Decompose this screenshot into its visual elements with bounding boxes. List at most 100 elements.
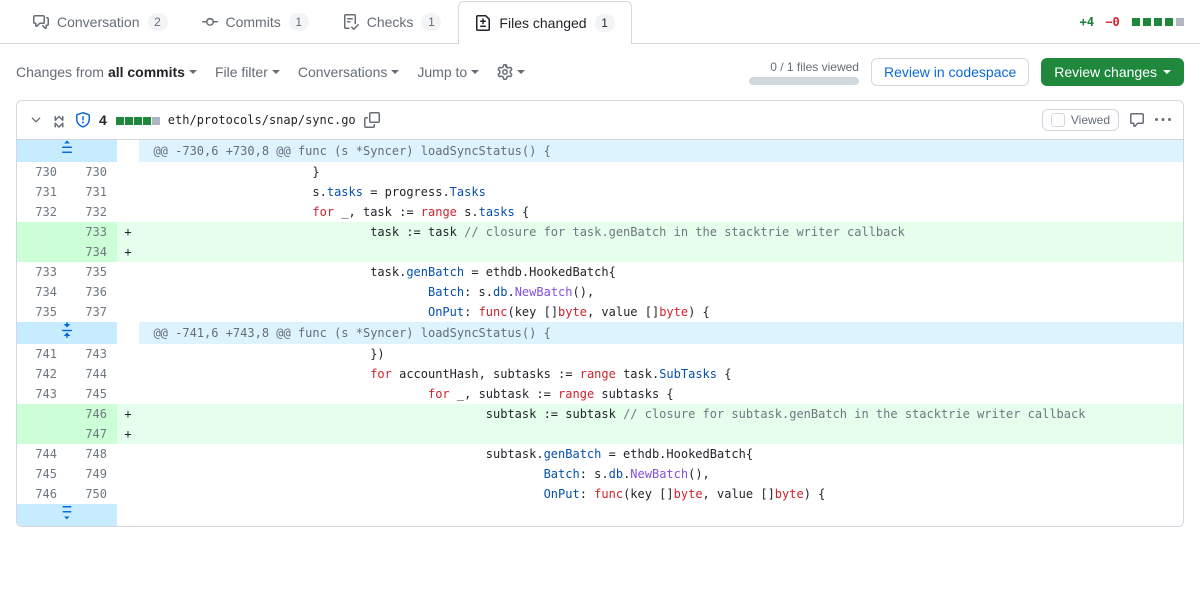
toolbar-right: 0 / 1 files viewed Review in codespace R… — [749, 58, 1184, 86]
chevron-down-icon[interactable] — [29, 113, 43, 127]
diff-line[interactable]: 735737 OnPut: func(key []byte, value []b… — [17, 302, 1183, 322]
progress-label: 0 / 1 files viewed — [770, 60, 859, 74]
diff-block — [1143, 18, 1151, 26]
line-num-new: 735 — [67, 262, 117, 282]
line-num-old: 732 — [17, 202, 67, 222]
line-num-new: 737 — [67, 302, 117, 322]
tab-label: Files changed — [499, 15, 586, 31]
diff-line[interactable]: 734736 Batch: s.db.NewBatch(), — [17, 282, 1183, 302]
line-marker — [117, 282, 139, 302]
label: File filter — [215, 64, 268, 80]
diff-block — [1154, 18, 1162, 26]
diff-line[interactable]: 742744 for accountHash, subtasks := rang… — [17, 364, 1183, 384]
code-content: for accountHash, subtasks := range task.… — [139, 364, 1183, 384]
diff-line[interactable]: 746750 OnPut: func(key []byte, value []b… — [17, 484, 1183, 504]
line-marker — [117, 484, 139, 504]
file-diff: 4 eth/protocols/snap/sync.go Viewed @@ -… — [16, 100, 1184, 527]
tab-label: Checks — [367, 14, 414, 30]
caret-down-icon — [517, 70, 525, 78]
line-num-old: 742 — [17, 364, 67, 384]
diff-line[interactable]: 734+ — [17, 242, 1183, 262]
review-in-codespace-button[interactable]: Review in codespace — [871, 58, 1029, 86]
tab-files-changed[interactable]: Files changed 1 — [458, 1, 631, 44]
progress-bar — [749, 77, 859, 85]
line-num-new: 734 — [67, 242, 117, 262]
line-num-old — [17, 424, 67, 444]
tab-conversation[interactable]: Conversation 2 — [16, 0, 185, 43]
file-header: 4 eth/protocols/snap/sync.go Viewed — [17, 101, 1183, 140]
line-num-old — [17, 404, 67, 424]
git-commit-icon — [202, 14, 218, 30]
tab-checks[interactable]: Checks 1 — [326, 0, 459, 43]
diff-line[interactable]: 747+ — [17, 424, 1183, 444]
diff-line[interactable]: 730730 } — [17, 162, 1183, 182]
expand-icon[interactable] — [17, 140, 117, 162]
conversations-dropdown[interactable]: Conversations — [298, 64, 400, 80]
code-content: for _, subtask := range subtasks { — [139, 384, 1183, 404]
files-viewed-progress: 0 / 1 files viewed — [749, 60, 859, 85]
diff-line[interactable]: 746+ subtask := subtask // closure for s… — [17, 404, 1183, 424]
line-marker — [117, 344, 139, 364]
comment-icon[interactable] — [1129, 112, 1145, 128]
tab-counter: 1 — [421, 13, 441, 31]
additions-count: +4 — [1080, 15, 1094, 29]
diff-line[interactable]: 733735 task.genBatch = ethdb.HookedBatch… — [17, 262, 1183, 282]
changes-from-dropdown[interactable]: Changes from all commits — [16, 64, 197, 80]
label: Conversations — [298, 64, 388, 80]
tab-commits[interactable]: Commits 1 — [185, 0, 326, 43]
diff-toolbar: Changes from all commits File filter Con… — [0, 44, 1200, 100]
code-content: for _, task := range s.tasks { — [139, 202, 1183, 222]
file-path[interactable]: eth/protocols/snap/sync.go — [168, 113, 356, 127]
line-num-old: 743 — [17, 384, 67, 404]
diff-line[interactable]: 731731 s.tasks = progress.Tasks — [17, 182, 1183, 202]
line-num-new: 750 — [67, 484, 117, 504]
diff-line[interactable]: 745749 Batch: s.db.NewBatch(), — [17, 464, 1183, 484]
tab-label: Commits — [226, 14, 281, 30]
code-content: Batch: s.db.NewBatch(), — [139, 464, 1183, 484]
line-marker — [117, 162, 139, 182]
shield-icon[interactable] — [75, 112, 91, 128]
deletions-count: −0 — [1105, 15, 1119, 29]
line-marker — [117, 464, 139, 484]
line-num-new: 731 — [67, 182, 117, 202]
diff-settings-dropdown[interactable] — [497, 64, 525, 80]
line-num-old — [17, 222, 67, 242]
copy-icon[interactable] — [364, 112, 380, 128]
expand-down[interactable] — [17, 504, 1183, 526]
line-num-old: 733 — [17, 262, 67, 282]
diff-block — [1132, 18, 1140, 26]
review-changes-button[interactable]: Review changes — [1041, 58, 1184, 86]
diff-line[interactable]: 743745 for _, subtask := range subtasks … — [17, 384, 1183, 404]
file-actions: Viewed — [1042, 109, 1171, 131]
code-content: s.tasks = progress.Tasks — [139, 182, 1183, 202]
expand-all-icon[interactable] — [51, 112, 67, 128]
diff-line[interactable]: 744748 subtask.genBatch = ethdb.HookedBa… — [17, 444, 1183, 464]
kebab-icon[interactable] — [1155, 112, 1171, 128]
line-num-old: 735 — [17, 302, 67, 322]
gear-icon — [497, 64, 513, 80]
line-num-old: 734 — [17, 282, 67, 302]
jump-to-dropdown[interactable]: Jump to — [417, 64, 479, 80]
code-content: OnPut: func(key []byte, value []byte) { — [139, 484, 1183, 504]
line-num-new: 730 — [67, 162, 117, 182]
line-num-new: 733 — [67, 222, 117, 242]
line-num-new: 732 — [67, 202, 117, 222]
code-content: subtask := subtask // closure for subtas… — [139, 404, 1183, 424]
caret-down-icon — [391, 70, 399, 78]
label: Viewed — [1071, 113, 1110, 127]
diff-line[interactable]: 732732 for _, task := range s.tasks { — [17, 202, 1183, 222]
caret-down-icon — [272, 70, 280, 78]
line-num-old: 741 — [17, 344, 67, 364]
tab-counter: 2 — [148, 13, 168, 31]
line-num-new: 747 — [67, 424, 117, 444]
checklist-icon — [343, 14, 359, 30]
diff-line[interactable]: 741743 }) — [17, 344, 1183, 364]
label: Changes from — [16, 64, 104, 80]
file-filter-dropdown[interactable]: File filter — [215, 64, 280, 80]
diff-line[interactable]: 733+ task := task // closure for task.ge… — [17, 222, 1183, 242]
expand-icon[interactable] — [17, 322, 117, 344]
checkbox-icon — [1051, 113, 1065, 127]
viewed-toggle[interactable]: Viewed — [1042, 109, 1119, 131]
diffstat-blocks — [115, 112, 160, 128]
line-num-old: 744 — [17, 444, 67, 464]
